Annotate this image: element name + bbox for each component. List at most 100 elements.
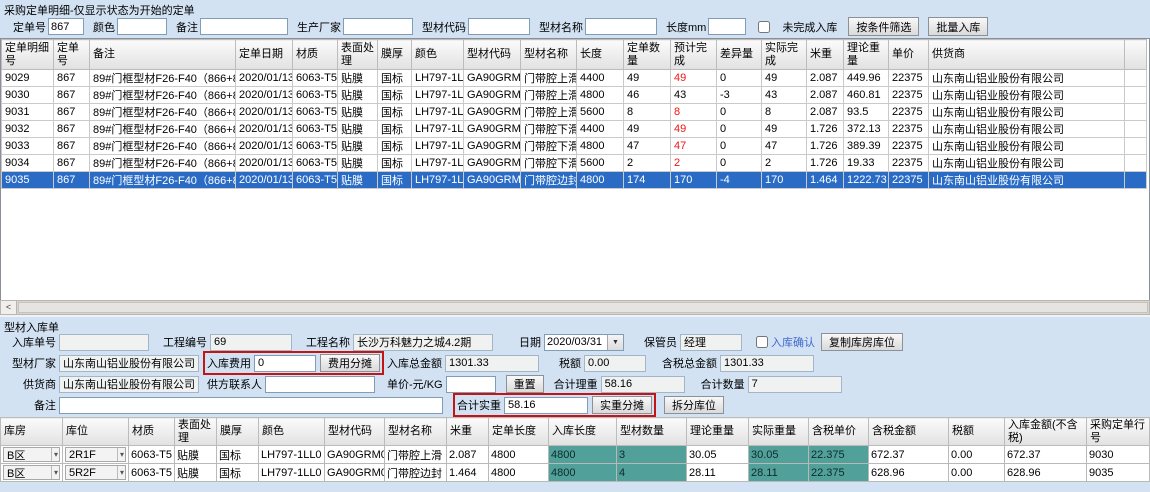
cell[interactable]: 贴膜 xyxy=(338,155,378,172)
cell[interactable]: 6063-T5 xyxy=(293,155,338,172)
cell[interactable]: 89#门框型材F26-F40（866+867） xyxy=(90,155,236,172)
cell[interactable]: 0.00 xyxy=(949,464,1005,482)
cell[interactable]: 28.11 xyxy=(749,464,809,482)
cell[interactable]: 5600 xyxy=(577,104,624,121)
cell[interactable]: 43 xyxy=(671,87,717,104)
tax-field[interactable] xyxy=(584,355,646,372)
column-header[interactable]: 定单明细号 xyxy=(2,40,54,70)
cell[interactable]: 9032 xyxy=(2,121,54,138)
cell[interactable]: 867 xyxy=(54,155,90,172)
cell[interactable]: 47 xyxy=(671,138,717,155)
cell[interactable]: 山东南山铝业股份有限公司 xyxy=(929,155,1125,172)
cell[interactable]: LH797-1LL0 xyxy=(259,446,325,464)
cell[interactable]: 4800 xyxy=(549,446,617,464)
cell[interactable]: LH797-1LL0 xyxy=(412,70,464,87)
cell[interactable]: LH797-1LL0 xyxy=(412,155,464,172)
cell[interactable]: 6063-T5 xyxy=(293,172,338,189)
cell[interactable]: 9033 xyxy=(2,138,54,155)
cell[interactable]: 47 xyxy=(624,138,671,155)
cell[interactable] xyxy=(1125,138,1147,155)
cell[interactable]: 4400 xyxy=(577,70,624,87)
project-no-field[interactable] xyxy=(210,334,292,351)
reset-button[interactable]: 重置 xyxy=(506,375,544,393)
location-select[interactable]: 2R1F▾ xyxy=(65,447,126,462)
cell[interactable]: 2 xyxy=(671,155,717,172)
cell[interactable] xyxy=(1125,70,1147,87)
cell[interactable]: 22375 xyxy=(889,87,929,104)
column-header[interactable]: 含税单价 xyxy=(809,418,869,446)
total-actual-weight-field[interactable] xyxy=(504,397,588,414)
cell[interactable]: 山东南山铝业股份有限公司 xyxy=(929,70,1125,87)
chevron-down-icon[interactable]: ▾ xyxy=(51,466,58,479)
cell[interactable]: 6063-T5 xyxy=(293,87,338,104)
cell[interactable]: 4800 xyxy=(577,138,624,155)
column-header[interactable]: 采购定单行号 xyxy=(1087,418,1150,446)
cell[interactable]: 2020/01/13 xyxy=(236,172,293,189)
column-header[interactable]: 型材代码 xyxy=(325,418,385,446)
cell[interactable]: 93.5 xyxy=(844,104,889,121)
cell[interactable]: 门带腔上滑 xyxy=(521,87,577,104)
cell[interactable]: 89#门框型材F26-F40（866+867） xyxy=(90,104,236,121)
cell[interactable]: 国标 xyxy=(217,464,259,482)
cell[interactable]: 47 xyxy=(762,138,807,155)
actual-weight-allocate-button[interactable]: 实重分摊 xyxy=(592,396,652,414)
cell[interactable]: 46 xyxy=(624,87,671,104)
filter-input-order-no[interactable] xyxy=(48,18,84,35)
order-table-row[interactable]: 903386789#门框型材F26-F40（866+867）2020/01/13… xyxy=(2,138,1147,155)
column-header[interactable]: 材质 xyxy=(293,40,338,70)
factory-field[interactable] xyxy=(59,355,199,372)
cell[interactable]: 49 xyxy=(624,70,671,87)
column-header[interactable]: 单价 xyxy=(889,40,929,70)
cell[interactable]: 89#门框型材F26-F40（866+867） xyxy=(90,138,236,155)
column-header[interactable]: 表面处理 xyxy=(175,418,217,446)
column-header[interactable]: 型材名称 xyxy=(385,418,447,446)
column-header[interactable]: 颜色 xyxy=(259,418,325,446)
column-header[interactable]: 定单日期 xyxy=(236,40,293,70)
order-table-row[interactable]: 903086789#门框型材F26-F40（866+867）2020/01/13… xyxy=(2,87,1147,104)
cell[interactable] xyxy=(1125,155,1147,172)
cell[interactable]: 449.96 xyxy=(844,70,889,87)
chevron-down-icon[interactable]: ▾ xyxy=(117,448,124,461)
column-header[interactable]: 实际重量 xyxy=(749,418,809,446)
cell[interactable]: 1.464 xyxy=(807,172,844,189)
inbound-table-row[interactable]: B区▾2R1F▾6063-T5贴膜国标LH797-1LL0GA90GRM03门带… xyxy=(1,446,1150,464)
cell[interactable]: GA90GRM03 xyxy=(464,70,521,87)
remark-field[interactable] xyxy=(59,397,443,414)
supplier-field[interactable] xyxy=(59,376,199,393)
cell[interactable]: 628.96 xyxy=(869,464,949,482)
column-header[interactable]: 入库金额(不含税) xyxy=(1005,418,1087,446)
cell[interactable]: 49 xyxy=(762,121,807,138)
cell[interactable]: 1222.73 xyxy=(844,172,889,189)
cell[interactable]: 22375 xyxy=(889,104,929,121)
column-header[interactable]: 库位 xyxy=(63,418,129,446)
cell[interactable]: 0 xyxy=(717,155,762,172)
cell[interactable]: 8 xyxy=(762,104,807,121)
cell[interactable]: 贴膜 xyxy=(338,138,378,155)
cell[interactable]: LH797-1LL0 xyxy=(412,104,464,121)
order-table-row[interactable]: 902986789#门框型材F26-F40（866+867）2020/01/13… xyxy=(2,70,1147,87)
project-name-field[interactable] xyxy=(353,334,493,351)
cell[interactable]: GA90GRM04 xyxy=(464,138,521,155)
cell[interactable]: 170 xyxy=(762,172,807,189)
column-header[interactable]: 预计完成 xyxy=(671,40,717,70)
cell[interactable]: -4 xyxy=(717,172,762,189)
cell[interactable]: 672.37 xyxy=(1005,446,1087,464)
column-header[interactable]: 型材代码 xyxy=(464,40,521,70)
column-header[interactable]: 库房 xyxy=(1,418,63,446)
cell[interactable]: 国标 xyxy=(378,70,412,87)
cell[interactable]: 2.087 xyxy=(807,87,844,104)
cell[interactable]: 4800 xyxy=(577,87,624,104)
cell[interactable]: 门带腔上滑 xyxy=(521,70,577,87)
cell[interactable]: 22375 xyxy=(889,121,929,138)
cell[interactable]: LH797-1LL0 xyxy=(412,138,464,155)
cell[interactable]: 2020/01/13 xyxy=(236,87,293,104)
cell[interactable]: 867 xyxy=(54,138,90,155)
cell[interactable]: 22375 xyxy=(889,138,929,155)
column-header[interactable]: 入库长度 xyxy=(549,418,617,446)
cell[interactable]: 8 xyxy=(671,104,717,121)
column-header[interactable]: 颜色 xyxy=(412,40,464,70)
cell[interactable]: 门带腔下滑 xyxy=(521,138,577,155)
cell[interactable]: 3 xyxy=(617,446,687,464)
cell[interactable]: 4800 xyxy=(489,446,549,464)
cell[interactable]: 2020/01/13 xyxy=(236,104,293,121)
